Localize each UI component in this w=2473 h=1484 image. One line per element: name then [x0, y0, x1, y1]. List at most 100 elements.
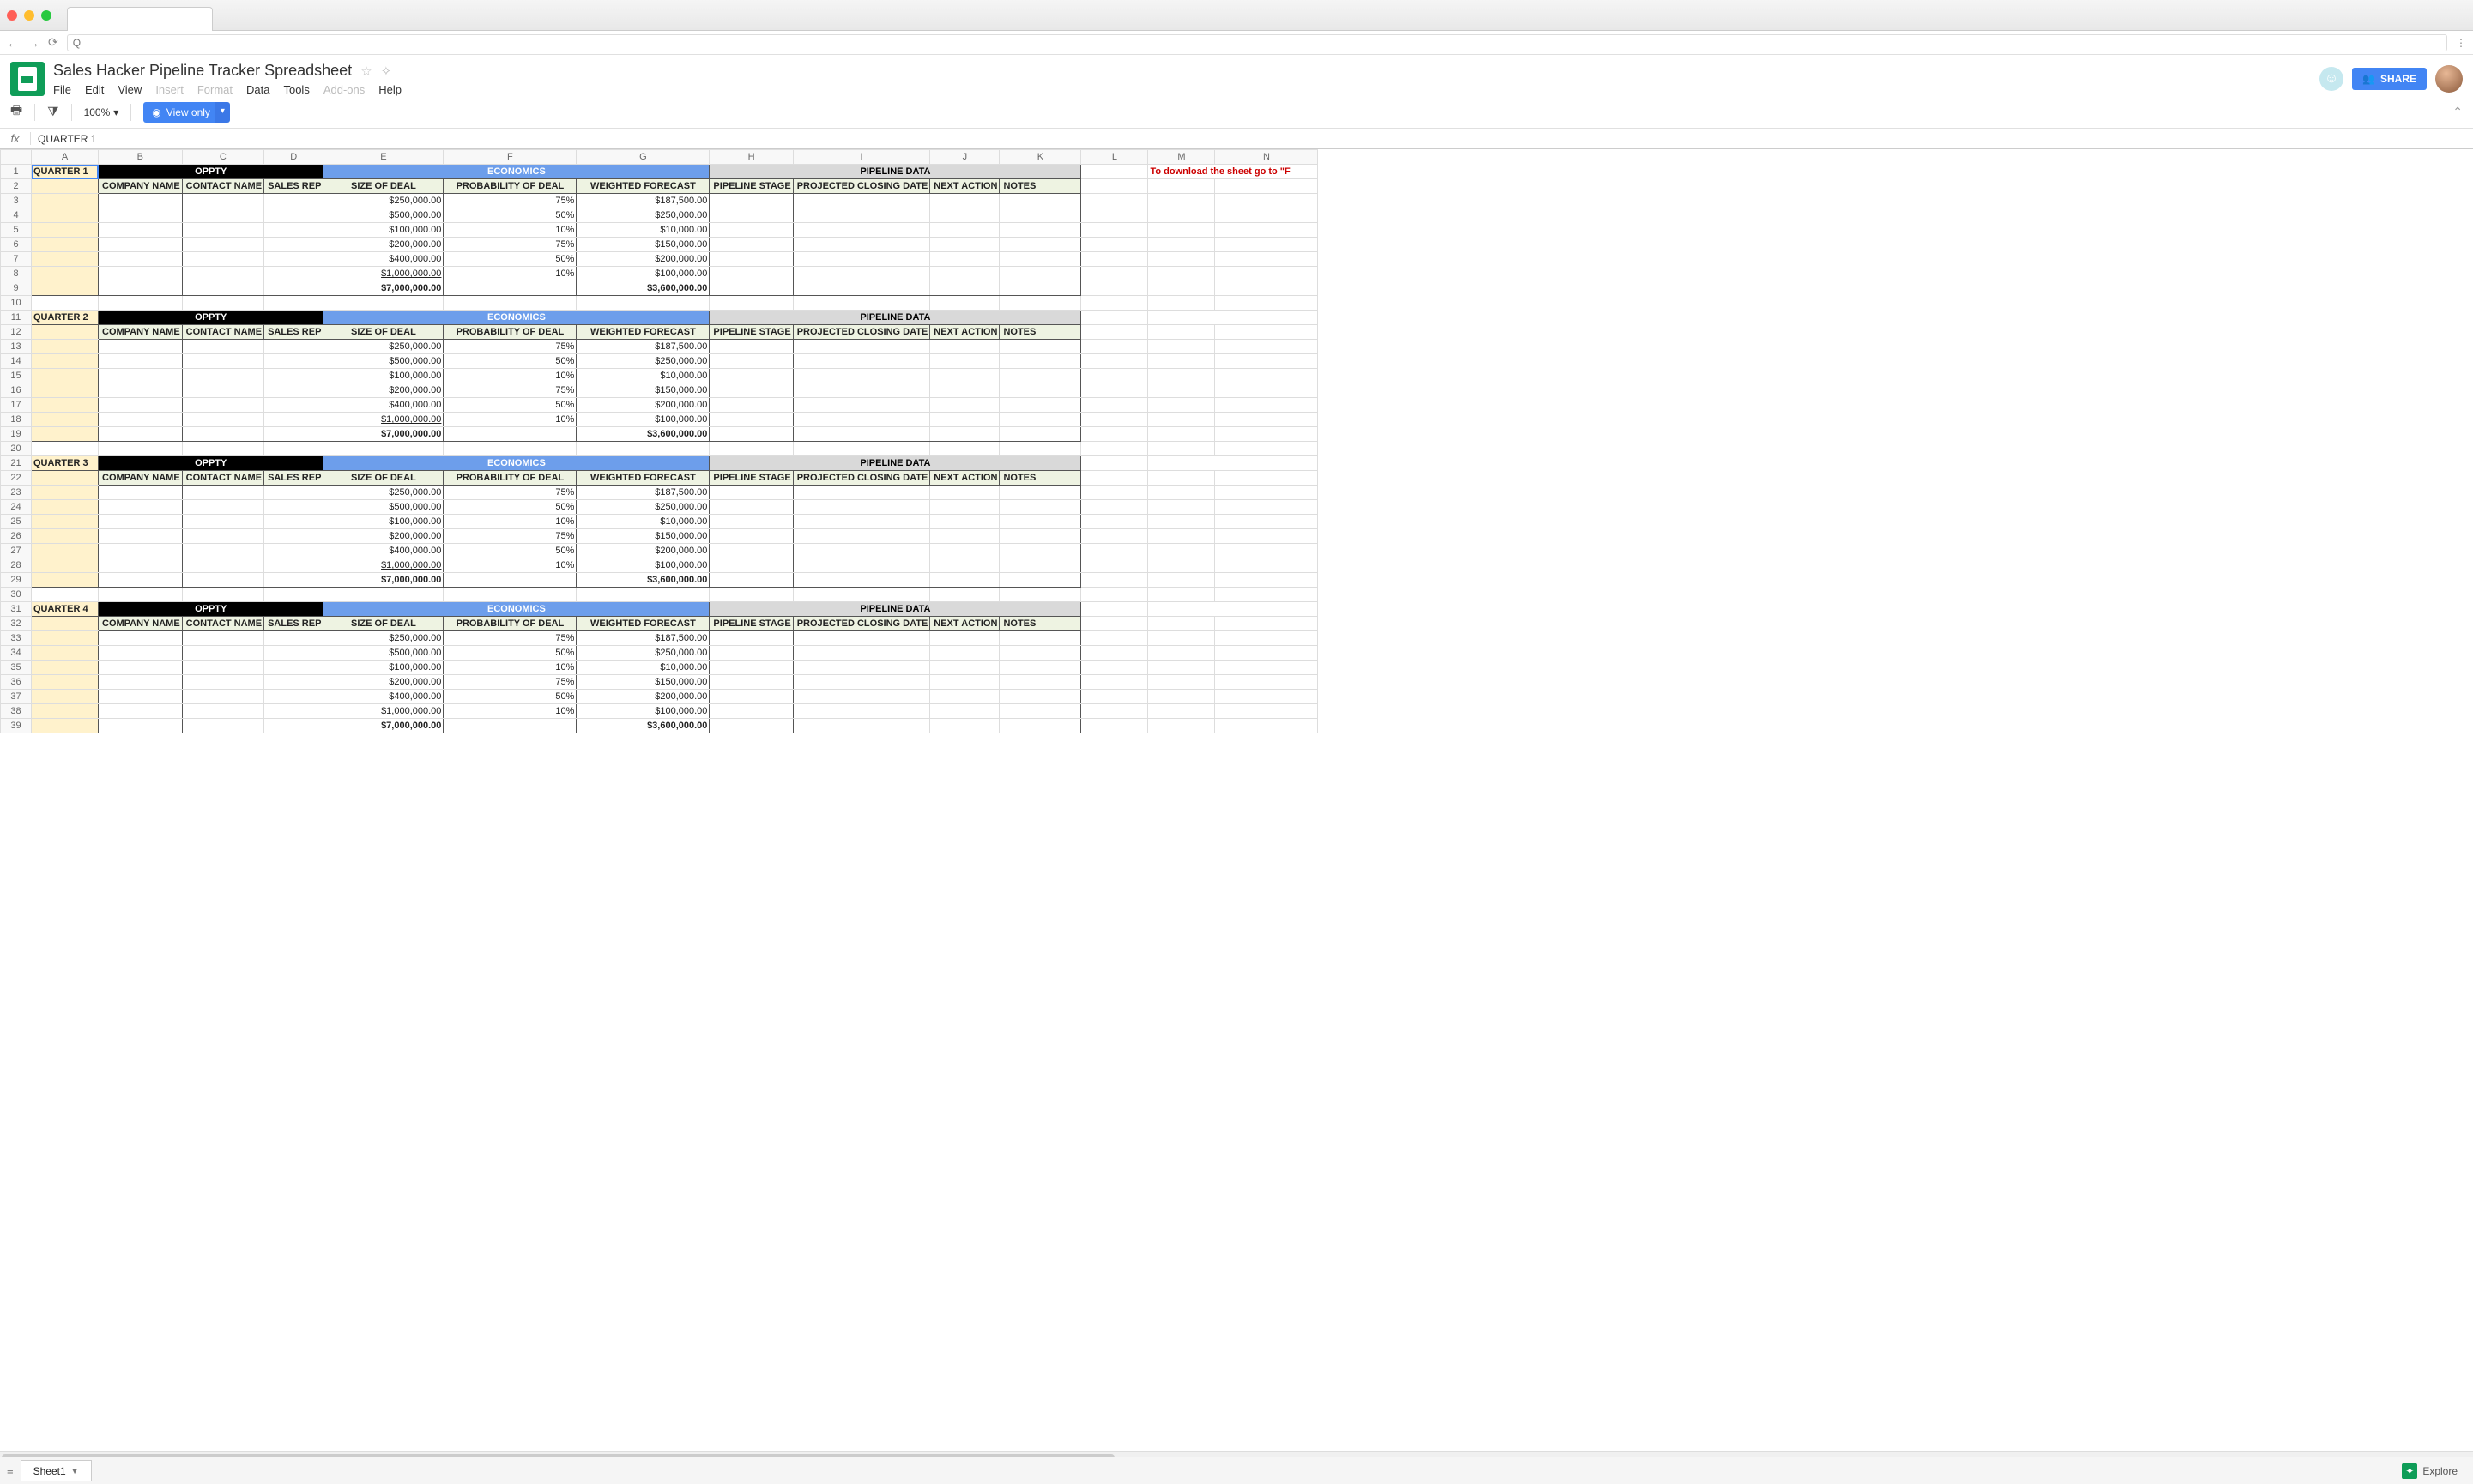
subhdr-forecast[interactable]: WEIGHTED FORECAST	[577, 179, 710, 194]
cell[interactable]	[930, 544, 1000, 558]
cell-prob[interactable]: 10%	[444, 413, 577, 427]
subhdr-next[interactable]: NEXT ACTION	[930, 617, 1000, 631]
cell[interactable]	[1081, 690, 1148, 704]
cell[interactable]	[182, 486, 263, 500]
subhdr-rep[interactable]: SALES REP	[264, 617, 323, 631]
select-all-corner[interactable]	[1, 150, 32, 165]
cell[interactable]	[710, 296, 793, 311]
menu-view[interactable]: View	[118, 83, 142, 96]
quarter-label[interactable]: QUARTER 3	[32, 456, 99, 471]
cell[interactable]	[1148, 383, 1215, 398]
reload-icon[interactable]: ⟳	[48, 35, 58, 50]
cell[interactable]	[32, 267, 99, 281]
cell-forecast[interactable]: $250,000.00	[577, 354, 710, 369]
subhdr-company[interactable]: COMPANY NAME	[99, 471, 183, 486]
cell[interactable]	[1148, 398, 1215, 413]
cell[interactable]	[793, 281, 930, 296]
row-header[interactable]: 6	[1, 238, 32, 252]
cell[interactable]	[32, 558, 99, 573]
cell[interactable]	[930, 442, 1000, 456]
cell[interactable]	[182, 427, 263, 442]
cell-size[interactable]: $200,000.00	[323, 383, 444, 398]
col-header[interactable]: D	[264, 150, 323, 165]
cell[interactable]	[1081, 383, 1148, 398]
cell[interactable]	[710, 631, 793, 646]
download-note[interactable]: To download the sheet go to "F	[1148, 165, 1318, 179]
row-header[interactable]: 36	[1, 675, 32, 690]
cell-forecast[interactable]: $187,500.00	[577, 194, 710, 208]
cell-prob[interactable]: 10%	[444, 223, 577, 238]
cell[interactable]	[264, 383, 323, 398]
cell-size[interactable]: $250,000.00	[323, 194, 444, 208]
cell-size[interactable]: $1,000,000.00	[323, 558, 444, 573]
cell-forecast[interactable]: $150,000.00	[577, 675, 710, 690]
cell[interactable]	[1148, 325, 1215, 340]
cell[interactable]	[577, 296, 710, 311]
cell[interactable]	[1000, 252, 1081, 267]
cell[interactable]	[32, 252, 99, 267]
cell[interactable]	[264, 238, 323, 252]
collapse-toolbar-icon[interactable]: ⌃	[2452, 105, 2463, 119]
cell[interactable]	[32, 413, 99, 427]
cell[interactable]	[1148, 544, 1215, 558]
cell-size[interactable]: $1,000,000.00	[323, 267, 444, 281]
url-input[interactable]: Q	[67, 34, 2447, 51]
subhdr-next[interactable]: NEXT ACTION	[930, 471, 1000, 486]
col-header[interactable]: M	[1148, 150, 1215, 165]
cell[interactable]	[1081, 194, 1148, 208]
cell[interactable]	[930, 281, 1000, 296]
cell[interactable]	[710, 340, 793, 354]
cell[interactable]	[710, 238, 793, 252]
cell[interactable]	[32, 486, 99, 500]
cell[interactable]	[182, 573, 263, 588]
cell[interactable]	[793, 223, 930, 238]
cell[interactable]	[264, 369, 323, 383]
cell[interactable]	[1081, 165, 1148, 179]
cell[interactable]	[710, 252, 793, 267]
cell[interactable]	[930, 252, 1000, 267]
cell[interactable]	[930, 486, 1000, 500]
cell[interactable]	[264, 588, 323, 602]
cell[interactable]	[32, 690, 99, 704]
cell[interactable]	[1215, 558, 1318, 573]
subhdr-company[interactable]: COMPANY NAME	[99, 617, 183, 631]
cell[interactable]	[99, 486, 183, 500]
cell[interactable]	[1000, 558, 1081, 573]
cell[interactable]	[1215, 208, 1318, 223]
cell[interactable]	[1081, 442, 1148, 456]
row-header[interactable]: 38	[1, 704, 32, 719]
subhdr-rep[interactable]: SALES REP	[264, 471, 323, 486]
cell[interactable]	[1081, 369, 1148, 383]
cell-forecast[interactable]: $150,000.00	[577, 383, 710, 398]
section-oppty[interactable]: OPPTY	[99, 165, 323, 179]
cell[interactable]	[1148, 340, 1215, 354]
cell[interactable]	[710, 675, 793, 690]
cell[interactable]	[182, 704, 263, 719]
cell[interactable]	[1148, 675, 1215, 690]
cell[interactable]	[1081, 267, 1148, 281]
cell-prob[interactable]: 50%	[444, 354, 577, 369]
cell[interactable]	[1215, 719, 1318, 733]
cell[interactable]	[793, 208, 930, 223]
cell[interactable]	[444, 588, 577, 602]
cell-forecast[interactable]: $10,000.00	[577, 223, 710, 238]
cell[interactable]	[99, 223, 183, 238]
row-header[interactable]: 10	[1, 296, 32, 311]
cell[interactable]	[1215, 398, 1318, 413]
cell[interactable]	[1215, 500, 1318, 515]
cell-prob[interactable]: 75%	[444, 238, 577, 252]
menu-tools[interactable]: Tools	[283, 83, 309, 96]
subhdr-stage[interactable]: PIPELINE STAGE	[710, 471, 793, 486]
row-header[interactable]: 35	[1, 661, 32, 675]
cell[interactable]	[1148, 704, 1215, 719]
col-header[interactable]: C	[182, 150, 263, 165]
cell[interactable]	[99, 646, 183, 661]
col-header[interactable]: G	[577, 150, 710, 165]
cell[interactable]	[264, 500, 323, 515]
cell[interactable]	[32, 544, 99, 558]
cell[interactable]	[1081, 617, 1148, 631]
cell[interactable]	[710, 354, 793, 369]
cell[interactable]	[444, 442, 577, 456]
cell[interactable]	[99, 573, 183, 588]
cell[interactable]	[930, 194, 1000, 208]
